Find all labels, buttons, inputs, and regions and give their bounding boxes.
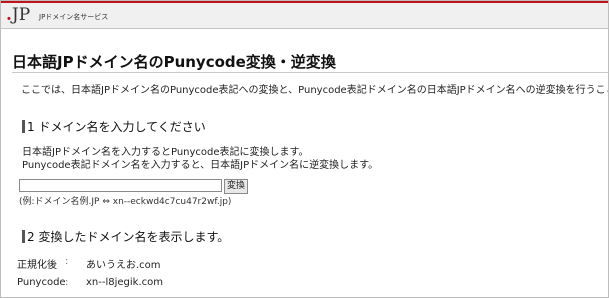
logo-text: JP bbox=[11, 5, 31, 25]
result-label-normalized: 正規化後 bbox=[17, 260, 57, 271]
header-bar: .JP JPドメイン名サービス bbox=[1, 1, 608, 29]
result-label-punycode: Punycode bbox=[17, 277, 66, 288]
result-value-normalized: あいうえお.com bbox=[86, 260, 161, 271]
logo-subtitle: JPドメイン名サービス bbox=[39, 13, 109, 21]
result-separator: : bbox=[65, 256, 69, 267]
heading-bar-icon bbox=[22, 120, 25, 133]
header-accent-line bbox=[1, 1, 608, 3]
page-title: 日本語JPドメイン名のPunycode変換・逆変換 bbox=[12, 53, 336, 71]
section1-heading: 1 ドメイン名を入力してください bbox=[22, 118, 206, 135]
jp-logo[interactable]: .JP bbox=[6, 5, 30, 25]
section2-heading-text: 2 変換したドメイン名を表示します。 bbox=[27, 230, 230, 244]
page-frame: .JP JPドメイン名サービス 日本語JPドメイン名のPunycode変換・逆変… bbox=[0, 0, 609, 298]
domain-input[interactable] bbox=[19, 179, 222, 192]
section1-heading-text: 1 ドメイン名を入力してください bbox=[27, 120, 206, 134]
result-value-punycode: xn--l8jegik.com bbox=[86, 277, 163, 288]
result-separator: : bbox=[65, 277, 69, 288]
section1-desc-line2: Punycode表記ドメイン名を入力すると、日本語JPドメイン名に逆変換します。 bbox=[22, 160, 379, 171]
heading-bar-icon bbox=[22, 230, 25, 243]
title-divider bbox=[12, 72, 608, 73]
section2-heading: 2 変換したドメイン名を表示します。 bbox=[22, 228, 229, 245]
intro-text: ここでは、日本語JPドメイン名のPunycode表記への変換と、Punycode… bbox=[21, 85, 609, 96]
convert-button[interactable]: 変換 bbox=[224, 179, 249, 194]
example-text: (例:ドメイン名例.JP ⇔ xn--eckwd4c7cu47r2wf.jp) bbox=[19, 197, 232, 207]
